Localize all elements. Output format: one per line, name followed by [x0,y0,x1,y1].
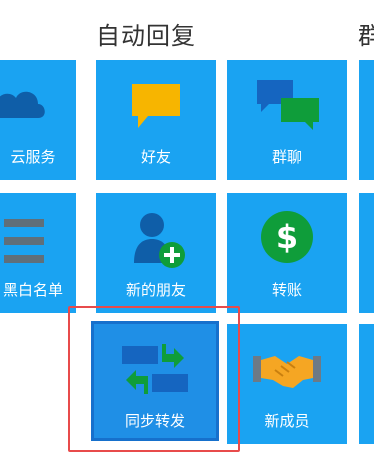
group-chat-bubbles-icon [257,80,319,130]
tile-label-transfer: 转账 [271,281,302,299]
tile-sync-forward[interactable]: 同步转发 [91,321,219,441]
tile-friends[interactable]: 好友 [96,60,216,180]
tile-transfer[interactable]: $ 转账 [227,193,347,313]
auto-reply-panel: 自动回复 群 云服务 好友 群聊 黑白名单 新的朋友 $ 转账 同步转发 新成员 [0,0,374,460]
tile-new-members[interactable]: 新成员 [227,324,347,444]
tile-cloud-service[interactable]: 云服务 [0,60,76,180]
tile-label-friends: 好友 [140,148,171,166]
tile-label-sync-forward: 同步转发 [124,412,185,430]
svg-text:$: $ [276,218,298,256]
tile-label-blacklist: 黑白名单 [2,281,63,299]
tile-partial-right-row3[interactable] [359,324,374,444]
tile-partial-right-row1[interactable] [359,60,374,180]
tile-label-new-members: 新成员 [264,412,310,430]
section-title-auto-reply: 自动回复 [96,22,196,50]
add-user-icon [134,213,185,268]
cloud-icon [0,91,45,118]
tile-label-new-friends: 新的朋友 [125,281,186,299]
tile-new-friends[interactable]: 新的朋友 [96,193,216,313]
section-title-next-partial: 群 [358,22,374,50]
tile-label-group-chat: 群聊 [271,148,302,166]
sync-arrows-icon [122,344,188,394]
list-icon [4,219,44,263]
tile-label-cloud-service: 云服务 [10,148,56,166]
tile-group-chat[interactable]: 群聊 [227,60,347,180]
handshake-icon [253,356,321,388]
tile-blacklist[interactable]: 黑白名单 [0,193,76,313]
dollar-coin-icon: $ [261,211,313,263]
tile-partial-right-row2[interactable] [359,193,374,313]
speech-bubble-icon [132,84,180,128]
